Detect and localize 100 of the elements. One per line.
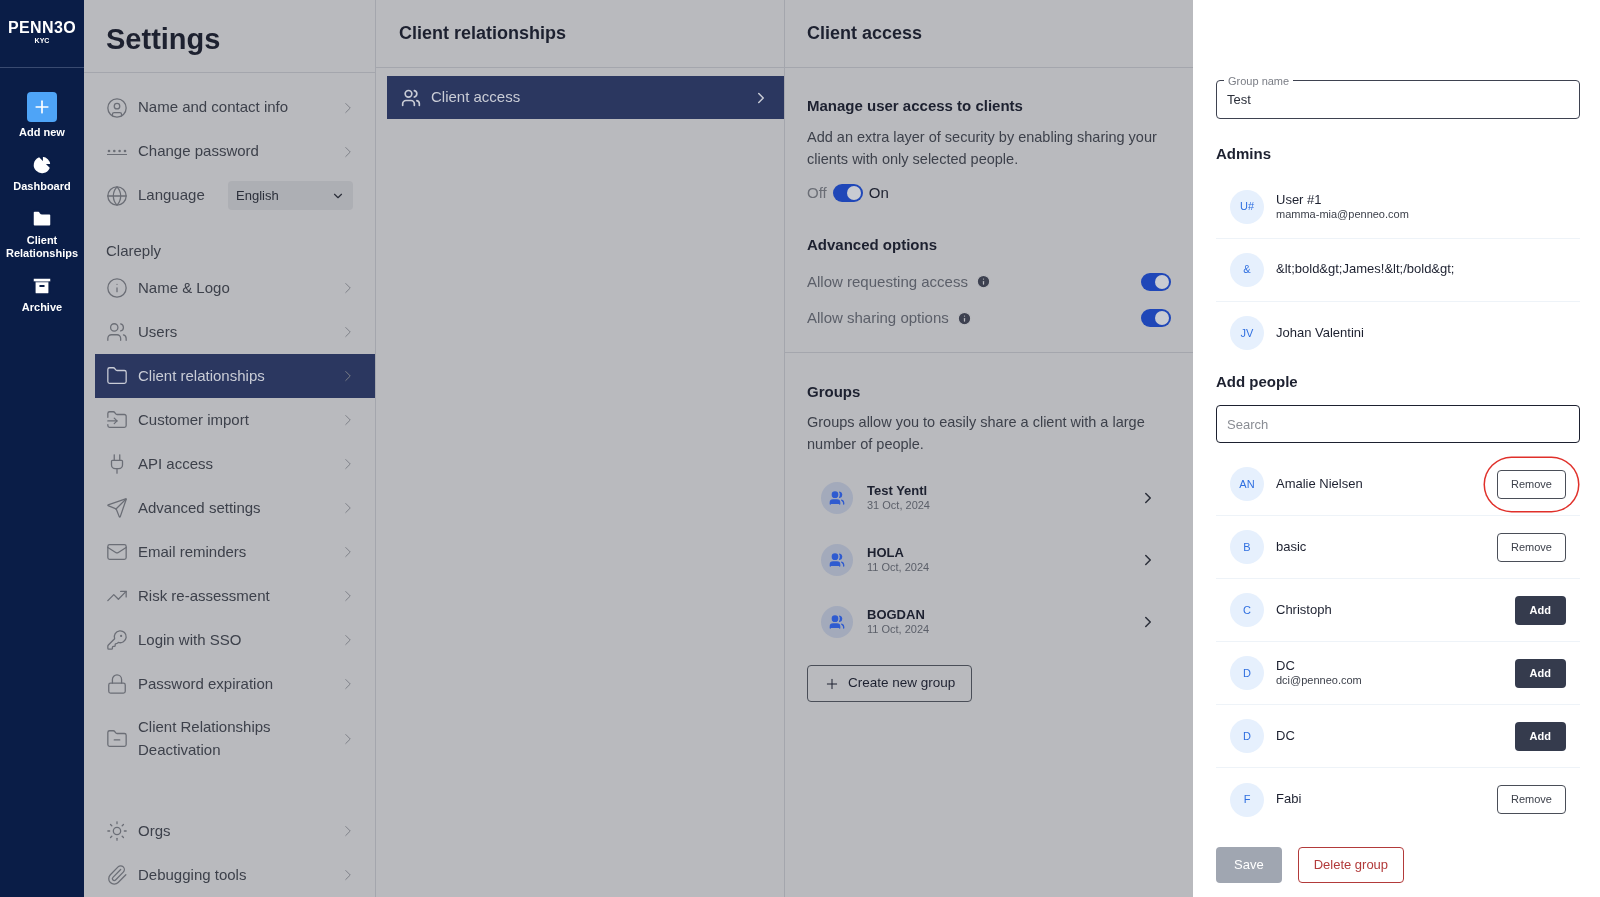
- group-icon: [821, 606, 853, 638]
- section-title: Add people: [1216, 371, 1299, 392]
- settings-item[interactable]: Orgs: [95, 809, 375, 853]
- group-item[interactable]: HOLA 11 Oct, 2024: [807, 529, 1171, 591]
- person-name: User #1: [1276, 191, 1323, 208]
- settings-item[interactable]: Users: [95, 310, 375, 354]
- key-icon: [106, 629, 128, 651]
- settings-item[interactable]: Debugging tools: [95, 853, 375, 897]
- settings-item[interactable]: Client Relationships Deactivation: [95, 706, 375, 771]
- add-button[interactable]: Add: [1514, 658, 1566, 688]
- remove-button[interactable]: Remove: [1497, 532, 1566, 562]
- person-name: DC: [1276, 658, 1296, 675]
- avatar: C: [1230, 593, 1264, 627]
- logo: PENN3O: [7, 20, 77, 37]
- section-title: Advanced options: [807, 235, 938, 255]
- relationships-item[interactable]: Client access: [387, 76, 784, 119]
- toggle-switch[interactable]: [832, 183, 863, 202]
- language-label: Language: [138, 185, 206, 206]
- group-icon: [821, 482, 853, 514]
- settings-item[interactable]: Name & Logo: [95, 266, 375, 310]
- avatar: AN: [1230, 467, 1264, 501]
- settings-item[interactable]: Name and contact info: [95, 85, 375, 130]
- person-name: DC: [1276, 727, 1296, 745]
- person-name: Christoph: [1276, 601, 1333, 619]
- person-name: Fabi: [1276, 791, 1303, 808]
- avatar: B: [1230, 530, 1264, 564]
- language-select[interactable]: English: [228, 181, 353, 210]
- nav-item[interactable]: Client Relationships: [0, 207, 84, 261]
- user-circle-icon: [106, 96, 128, 119]
- section-title: Admins: [1216, 144, 1272, 164]
- group-name: BOGDAN: [867, 607, 926, 624]
- person-email: mamma-mia@penneo.com: [1276, 207, 1409, 222]
- person-name: &lt;bold&gt;James!&lt;/bold&gt;: [1276, 261, 1455, 278]
- mail-icon: [106, 541, 128, 563]
- avatar: D: [1230, 656, 1264, 690]
- settings-title: Settings: [106, 22, 221, 57]
- avatar: &: [1230, 252, 1264, 287]
- group-date: 11 Oct, 2024: [867, 561, 931, 575]
- plus-icon: [27, 92, 57, 122]
- settings-item[interactable]: Change password: [95, 129, 375, 174]
- person-email: dci@penneo.com: [1276, 674, 1363, 688]
- avatar: D: [1230, 719, 1264, 753]
- nav-item[interactable]: Archive: [0, 275, 84, 315]
- avatar: JV: [1230, 316, 1264, 350]
- archive-icon: [31, 275, 53, 297]
- group-date: 31 Oct, 2024: [867, 499, 931, 513]
- option-label: Allow requesting access: [807, 271, 968, 292]
- avatar: U#: [1230, 189, 1264, 224]
- info-icon: [106, 277, 128, 299]
- settings-item[interactable]: Password expiration: [95, 662, 375, 706]
- group-name: Test Yentl: [867, 483, 929, 500]
- paperclip-icon: [106, 864, 128, 886]
- delete-group-button[interactable]: Delete group: [1297, 847, 1405, 883]
- nav-item[interactable]: Add new: [0, 92, 84, 140]
- users-icon: [106, 321, 128, 343]
- description-text: Add an extra layer of security by enabling sharing your clients with only selected people.: [807, 127, 1158, 169]
- group-item[interactable]: BOGDAN 11 Oct, 2024: [807, 591, 1171, 653]
- sun-icon: [106, 820, 128, 842]
- description-text: Groups allow you to easily share a client with a large number of people.: [807, 413, 1146, 454]
- add-button[interactable]: Add: [1514, 595, 1566, 625]
- toggle-switch[interactable]: [1141, 272, 1171, 291]
- search-field[interactable]: Search: [1216, 405, 1580, 443]
- info-icon: [956, 310, 972, 326]
- person-name: Amalie Nielsen: [1276, 475, 1364, 493]
- panel-title: Client relationships: [399, 22, 567, 45]
- nav-item[interactable]: Dashboard: [0, 153, 84, 194]
- person-name: Johan Valentini: [1276, 324, 1364, 342]
- group-item[interactable]: Test Yentl 31 Oct, 2024: [807, 467, 1171, 529]
- panel-title: Client access: [807, 22, 923, 45]
- lock-icon: [106, 673, 128, 695]
- person-name: basic: [1276, 538, 1308, 556]
- group-name: HOLA: [867, 545, 905, 562]
- section-title: Groups: [807, 381, 862, 402]
- toggle-switch[interactable]: [1141, 309, 1171, 328]
- group-date: 11 Oct, 2024: [867, 623, 931, 637]
- settings-item[interactable]: Login with SSO: [95, 618, 375, 662]
- remove-button[interactable]: Remove: [1497, 785, 1566, 814]
- users-icon: [401, 87, 421, 108]
- section-heading: Clareply: [105, 240, 163, 261]
- folder-icon: [106, 365, 128, 387]
- group-icon: [821, 544, 853, 576]
- off-label: Off: [807, 182, 827, 203]
- section-title: Manage user access to clients: [807, 96, 1024, 116]
- send-icon: [106, 497, 128, 519]
- import-icon: [106, 409, 128, 431]
- avatar: F: [1230, 782, 1264, 817]
- settings-item[interactable]: API access: [95, 442, 375, 486]
- add-button[interactable]: Add: [1514, 721, 1566, 751]
- settings-item[interactable]: Client relationships: [95, 354, 375, 398]
- remove-button[interactable]: Remove: [1497, 469, 1566, 499]
- dots-icon: [106, 148, 128, 155]
- settings-item[interactable]: Email reminders: [95, 530, 375, 574]
- settings-item[interactable]: Customer import: [95, 398, 375, 442]
- folder-minus-icon: [106, 727, 128, 750]
- settings-item[interactable]: Risk re-assessment: [95, 574, 375, 618]
- info-icon: [975, 274, 991, 290]
- option-label: Allow sharing options: [807, 308, 949, 328]
- create-group-button[interactable]: Create new group: [807, 665, 973, 702]
- globe-icon: [106, 184, 128, 207]
- settings-item[interactable]: Advanced settings: [95, 486, 375, 530]
